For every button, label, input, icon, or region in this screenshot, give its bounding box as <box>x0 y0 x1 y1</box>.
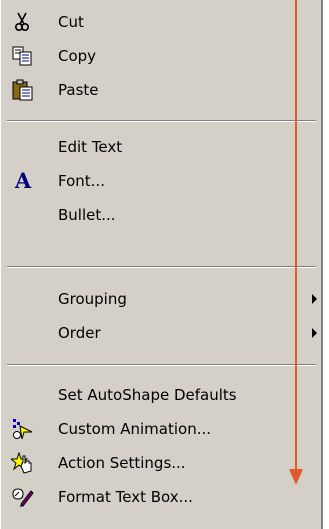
menu-item-label: Format Text Box... <box>58 488 193 506</box>
annotation-arrow-line <box>295 0 297 470</box>
menu-item-label: Set AutoShape Defaults <box>58 386 237 404</box>
menu-item-label: Bullet... <box>58 206 116 224</box>
menu-item-label: Action Settings... <box>58 454 186 472</box>
menu-item-label: Paste <box>58 81 99 99</box>
menu-item-order[interactable]: Order <box>1 316 322 350</box>
menu-item-edit-text[interactable]: Edit Text <box>1 130 322 164</box>
menu-item-set-autoshape-defaults[interactable]: Set AutoShape Defaults <box>1 378 322 412</box>
submenu-arrow-icon <box>312 328 317 338</box>
menu-item-custom-animation[interactable]: Custom Animation... <box>1 412 322 446</box>
menu-separator <box>7 364 316 366</box>
menu-item-label: Cut <box>58 13 84 31</box>
copy-icon <box>11 45 35 67</box>
menu-item-bullet[interactable]: Bullet... <box>1 198 322 232</box>
format-text-box-icon <box>11 486 35 508</box>
font-icon: A <box>14 168 32 193</box>
menu-item-cut[interactable]: Cut <box>1 5 322 39</box>
menu-item-label: Order <box>58 324 101 342</box>
annotation-arrow-head-icon <box>289 469 303 485</box>
menu-item-label: Edit Text <box>58 138 123 156</box>
menu-item-label: Grouping <box>58 290 127 308</box>
menu-item-font[interactable]: A Font... <box>1 164 322 198</box>
menu-item-paste[interactable]: Paste <box>1 73 322 107</box>
menu-item-label: Copy <box>58 47 97 65</box>
menu-separator <box>7 120 316 122</box>
action-settings-icon <box>9 451 35 474</box>
menu-item-copy[interactable]: Copy <box>1 39 322 73</box>
custom-animation-icon <box>11 418 35 440</box>
scissors-icon <box>11 11 35 33</box>
menu-separator <box>7 266 316 268</box>
menu-item-label: Custom Animation... <box>58 420 212 438</box>
paste-icon <box>11 79 35 101</box>
menu-item-label: Font... <box>58 172 105 190</box>
menu-item-action-settings[interactable]: Action Settings... <box>1 446 322 480</box>
menu-item-grouping[interactable]: Grouping <box>1 282 322 316</box>
menu-item-format-text-box[interactable]: Format Text Box... <box>1 480 322 514</box>
submenu-arrow-icon <box>312 294 317 304</box>
context-menu: Cut Copy Paste Edit Text A Font... Bulle… <box>0 0 323 529</box>
